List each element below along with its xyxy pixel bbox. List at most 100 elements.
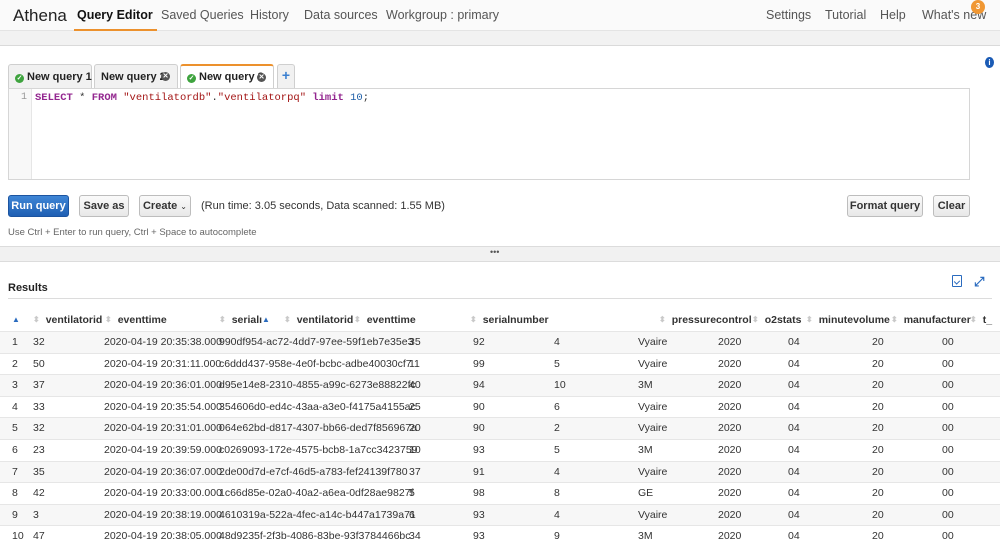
close-icon[interactable]: ✕: [257, 73, 266, 82]
cell-ventilatorid-2: 10: [409, 443, 421, 456]
cell-eventtime: 2020-04-19 20:38:19.000: [104, 508, 222, 521]
cell-pressurecontrol: Vyaire: [638, 400, 668, 413]
cell-serialnumber: 4: [554, 508, 560, 521]
expand-icon[interactable]: ⤢: [974, 274, 984, 290]
table-row[interactable]: 9 3 2020-04-19 20:38:19.000 4610319a-522a-4…: [0, 503, 1000, 526]
nav-settings[interactable]: Settings: [766, 8, 811, 22]
table-row[interactable]: 6 23 2020-04-19 20:39:59.000 c0269093-172e-…: [0, 438, 1000, 461]
cell-serialnumber: 2: [554, 422, 560, 435]
download-csv-icon[interactable]: [952, 275, 962, 287]
cell-eventtime: 2020-04-19 20:38:05.000: [104, 530, 222, 543]
cell-eventtime-2: 90: [473, 422, 485, 435]
cell-row-index: 1: [12, 336, 18, 348]
cell-ventilatorid: 32: [33, 336, 45, 348]
sub-bar: [0, 31, 1000, 46]
create-dropdown[interactable]: Create ⌄: [139, 195, 191, 217]
sort-icon: ⬍: [891, 315, 898, 324]
cell-manufacturer: 20: [872, 422, 884, 435]
cell-ventilatorid: 23: [33, 443, 45, 456]
cell-o2stats: 2020: [718, 400, 742, 413]
cell-t-col: 00: [942, 443, 954, 456]
table-row[interactable]: 3 37 2020-04-19 20:36:01.000 d95e14e8-2310-…: [0, 374, 1000, 396]
sort-icon: ⬍: [659, 315, 666, 324]
nav-tutorial[interactable]: Tutorial: [825, 8, 866, 22]
cell-pressurecontrol: Vyaire: [638, 465, 668, 478]
cell-o2stats: 2020: [718, 379, 742, 392]
cell-minutevolume: 04: [788, 336, 800, 348]
cell-o2stats: 2020: [718, 336, 742, 348]
sql-editor[interactable]: 1 SELECT * FROM "ventilatordb"."ventilat…: [8, 88, 970, 180]
column-header-pressurecontrol[interactable]: ⬍ pressurecontrol: [659, 314, 752, 326]
tab-new-query-2[interactable]: New query 2 ✕: [94, 64, 178, 88]
cell-t-col: 00: [942, 508, 954, 521]
string-db: "ventilatordb": [123, 92, 212, 104]
nav-data-sources[interactable]: Data sources: [304, 8, 378, 22]
cell-row-index: 8: [12, 487, 18, 500]
info-icon[interactable]: i: [985, 57, 994, 68]
cell-ventilatorid: 47: [33, 530, 45, 543]
table-row[interactable]: 8 42 2020-04-19 20:33:00.000 1c66d85e-02a0-…: [0, 482, 1000, 504]
keyword-limit: limit: [306, 92, 351, 104]
table-row[interactable]: 7 35 2020-04-19 20:36:07.000 2de00d7d-e7cf-…: [0, 460, 1000, 483]
column-header-ventilatorid-2[interactable]: ⬍ ventilatorid: [284, 314, 353, 326]
cell-ventilatorid: 42: [33, 487, 45, 500]
cell-ventilatorid: 50: [33, 357, 45, 370]
cell-eventtime: 2020-04-19 20:31:01.000: [104, 422, 222, 435]
sql-code[interactable]: SELECT * FROM "ventilatordb"."ventilator…: [35, 92, 369, 104]
column-header-o2stats[interactable]: ⬍ o2stats: [752, 314, 801, 326]
nav-history[interactable]: History: [250, 8, 289, 22]
column-header-eventtime-2[interactable]: ⬍ eventtime: [354, 314, 416, 326]
column-header-truncated[interactable]: ⬍ t_: [970, 314, 992, 326]
nav-saved-queries[interactable]: Saved Queries: [161, 8, 244, 22]
cell-ventilatorid: 32: [33, 422, 45, 435]
sort-icon: ⬍: [470, 315, 477, 324]
cell-eventtime: 2020-04-19 20:35:38.000: [104, 336, 222, 348]
table-row[interactable]: 5 32 2020-04-19 20:31:01.000 064e62bd-d817-…: [0, 417, 1000, 439]
table-body: 1 32 2020-04-19 20:35:38.000 990df954-ac72-…: [0, 331, 1000, 547]
cell-serial: 354606d0-ed4c-43aa-a3e0-f4175a4155ac: [219, 400, 416, 413]
cell-t-col: 00: [942, 422, 954, 435]
table-row[interactable]: 10 47 2020-04-19 20:38:05.000 48d9235f-2f3b…: [0, 525, 1000, 547]
column-header-serial[interactable]: ⬍ serialı: [219, 314, 262, 326]
cell-ventilatorid-2: 5: [409, 487, 415, 500]
cell-ventilatorid: 3: [33, 508, 39, 521]
sort-icon: ⬍: [970, 315, 977, 324]
cell-manufacturer: 20: [872, 379, 884, 392]
brand-logo[interactable]: Athena: [13, 6, 67, 26]
cell-eventtime-2: 91: [473, 465, 485, 478]
clear-button[interactable]: Clear: [933, 195, 970, 217]
nav-workgroup[interactable]: Workgroup : primary: [386, 8, 499, 22]
close-icon[interactable]: ✕: [161, 72, 170, 81]
tab-new-query-1[interactable]: ✓ New query 1: [8, 64, 92, 88]
cell-eventtime: 2020-04-19 20:33:00.000: [104, 487, 222, 500]
column-header-serialnumber[interactable]: ⬍ serialnumber: [470, 314, 549, 326]
nav-query-editor[interactable]: Query Editor: [74, 8, 157, 31]
run-query-button[interactable]: Run query: [8, 195, 69, 217]
cell-ventilatorid: 37: [33, 379, 45, 392]
tab-new-query-3[interactable]: ✓ New query 3 ✕: [180, 64, 274, 88]
table-row[interactable]: 2 50 2020-04-19 20:31:11.000 c6ddd437-958e-…: [0, 352, 1000, 375]
table-row[interactable]: 4 33 2020-04-19 20:35:54.000 354606d0-ed4c-…: [0, 395, 1000, 418]
cell-serialnumber: 10: [554, 379, 566, 392]
cell-eventtime-2: 93: [473, 443, 485, 456]
chevron-down-icon: ⌄: [180, 202, 187, 211]
resize-splitter[interactable]: •••: [0, 246, 1000, 262]
column-header-ventilatorid[interactable]: ⬍ ventilatorid: [33, 314, 102, 326]
column-header-eventtime[interactable]: ⬍ eventtime: [105, 314, 167, 326]
drag-handle-icon[interactable]: •••: [490, 247, 499, 257]
cell-eventtime: 2020-04-19 20:36:01.000: [104, 379, 222, 392]
column-header-manufacturer[interactable]: ⬍ manufacturer: [891, 314, 971, 326]
column-header-minutevolume[interactable]: ⬍ minutevolume: [806, 314, 890, 326]
save-as-button[interactable]: Save as: [79, 195, 129, 217]
cell-t-col: 00: [942, 487, 954, 500]
column-header-sort[interactable]: ▲: [262, 314, 276, 326]
cell-eventtime-2: 93: [473, 530, 485, 543]
table-row[interactable]: 1 32 2020-04-19 20:35:38.000 990df954-ac72-…: [0, 331, 1000, 353]
tab-label: New query 1: [27, 71, 92, 83]
add-tab-button[interactable]: +: [277, 64, 295, 88]
cell-o2stats: 2020: [718, 443, 742, 456]
format-query-button[interactable]: Format query: [847, 195, 923, 217]
results-title: Results: [8, 282, 48, 294]
column-header-index[interactable]: ▲: [12, 314, 26, 326]
nav-help[interactable]: Help: [880, 8, 906, 22]
